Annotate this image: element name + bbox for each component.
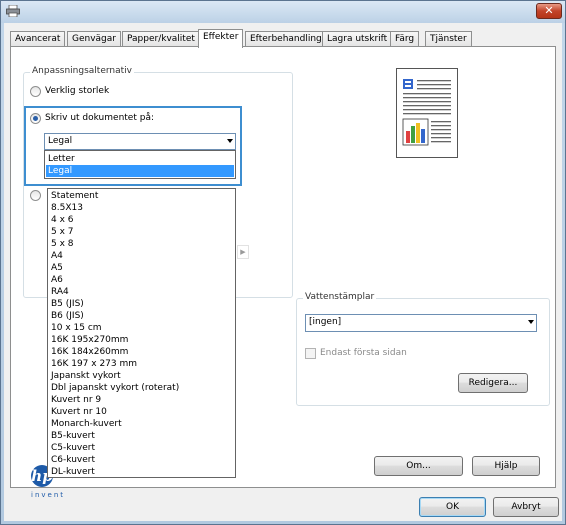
list-item[interactable]: 4 x 6 [51, 214, 74, 226]
about-button[interactable]: Om... [374, 456, 463, 476]
tab-color[interactable]: Färg [390, 31, 420, 47]
ok-button[interactable]: OK [419, 497, 486, 517]
first-page-only-checkbox[interactable] [305, 348, 316, 359]
list-item[interactable]: C5-kuvert [51, 442, 95, 454]
list-item[interactable]: 8.5X13 [51, 202, 83, 214]
list-item[interactable]: DL-kuvert [51, 466, 95, 478]
scale-radio[interactable] [30, 190, 41, 201]
printer-icon [6, 5, 20, 17]
list-item[interactable]: B5-kuvert [51, 430, 95, 442]
list-item[interactable]: 16K 195x270mm [51, 334, 128, 346]
paper-size-value: Legal [48, 136, 73, 146]
dropdown-item-letter[interactable]: Letter [46, 153, 234, 165]
tab-services[interactable]: Tjänster [425, 31, 472, 47]
list-item[interactable]: Japanskt vykort [51, 370, 121, 382]
paper-size-listbox: Statement 8.5X13 4 x 6 5 x 7 5 x 8 A4 A5… [47, 188, 236, 478]
list-item[interactable]: Statement [51, 190, 98, 202]
list-item[interactable]: Kuvert nr 9 [51, 394, 101, 406]
document-preview-icon [402, 79, 451, 146]
list-item[interactable]: Dbl japanskt vykort (roterat) [51, 382, 179, 394]
paper-size-select[interactable]: Legal [44, 133, 236, 150]
first-page-only-label: Endast första sidan [320, 348, 407, 358]
list-item[interactable]: C6-kuvert [51, 454, 95, 466]
paper-size-dropdown: Letter Legal [44, 150, 236, 179]
list-item[interactable]: A4 [51, 250, 63, 262]
list-item[interactable]: RA4 [51, 286, 69, 298]
list-item[interactable]: 5 x 7 [51, 226, 74, 238]
close-button[interactable]: ✕ [536, 3, 562, 19]
watermark-select[interactable]: [ingen] [305, 314, 537, 332]
actual-size-radio[interactable] [30, 86, 41, 97]
scroll-right-icon[interactable]: ▶ [237, 245, 249, 259]
list-item[interactable]: Kuvert nr 10 [51, 406, 107, 418]
cancel-button[interactable]: Avbryt [493, 497, 559, 517]
fitting-options-label: Anpassningsalternativ [30, 66, 134, 76]
list-item[interactable]: A5 [51, 262, 63, 274]
list-item[interactable]: B5 (JIS) [51, 298, 84, 310]
chevron-down-icon [528, 320, 534, 324]
edit-watermark-button[interactable]: Redigera... [458, 373, 528, 393]
list-item[interactable]: 16K 197 x 273 mm [51, 358, 137, 370]
page-preview [396, 68, 458, 158]
list-item[interactable]: 5 x 8 [51, 238, 74, 250]
printer-properties-window: ✕ Avancerat Genvägar Papper/kvalitet Eff… [0, 0, 566, 525]
tab-shortcuts[interactable]: Genvägar [67, 31, 121, 47]
tab-paper-quality[interactable]: Papper/kvalitet [122, 31, 200, 47]
list-item[interactable]: 16K 184x260mm [51, 346, 128, 358]
list-item[interactable]: 10 x 15 cm [51, 322, 102, 334]
tab-effects[interactable]: Effekter [198, 29, 244, 48]
tab-finishing[interactable]: Efterbehandling [245, 31, 327, 47]
tab-advanced[interactable]: Avancerat [10, 31, 66, 47]
chevron-down-icon [227, 139, 233, 143]
list-item[interactable]: Monarch-kuvert [51, 418, 122, 430]
list-item[interactable]: B6 (JIS) [51, 310, 84, 322]
print-document-on-radio[interactable] [30, 113, 41, 124]
help-button[interactable]: Hjälp [472, 456, 540, 476]
watermark-value: [ingen] [309, 317, 342, 327]
list-item[interactable]: A6 [51, 274, 63, 286]
hp-tagline: invent [31, 491, 66, 499]
print-document-on-label: Skriv ut dokumentet på: [45, 113, 154, 123]
title-bar: ✕ [1, 1, 565, 23]
actual-size-label: Verklig storlek [45, 86, 110, 96]
watermarks-label: Vattenstämplar [303, 292, 377, 302]
dropdown-item-legal[interactable]: Legal [46, 165, 234, 177]
tab-job-storage[interactable]: Lagra utskrift [322, 31, 393, 47]
